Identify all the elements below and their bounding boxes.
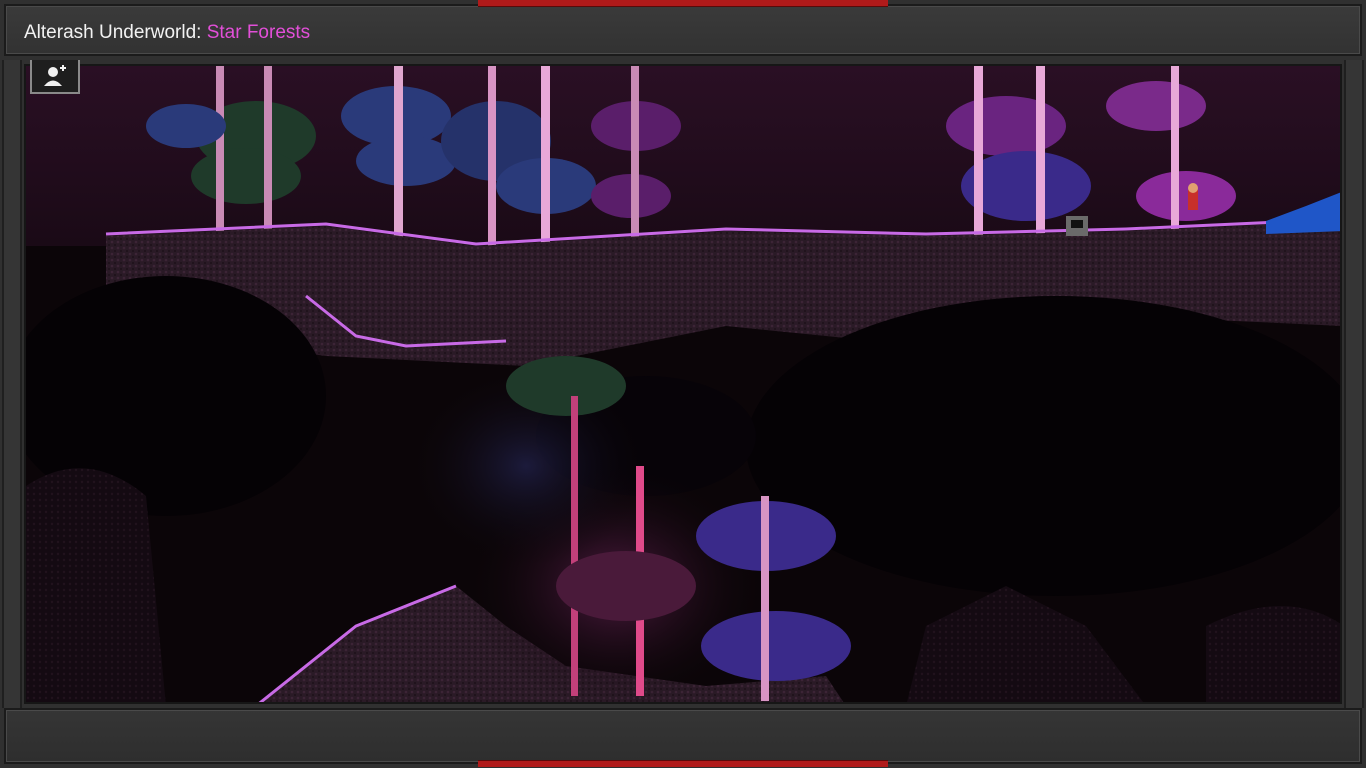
game-frame: Alterash Underworld: Star Forests [0,0,1366,768]
world-scene [26,66,1340,702]
footer-accent [478,760,888,767]
left-frame-border [2,60,22,708]
footer-bar [4,708,1362,764]
biome-name: Star Forests [206,22,311,43]
planet-name: Alterash Underworld: [24,22,202,43]
character-beam-button[interactable] [30,60,80,94]
header-accent [478,0,888,7]
header-bar: Alterash Underworld: Star Forests [4,4,1362,56]
planet-title: Alterash Underworld: Star Forests [24,22,310,44]
game-viewport[interactable] [24,64,1342,704]
right-frame-border [1344,60,1364,708]
character-beam-icon [44,65,66,86]
